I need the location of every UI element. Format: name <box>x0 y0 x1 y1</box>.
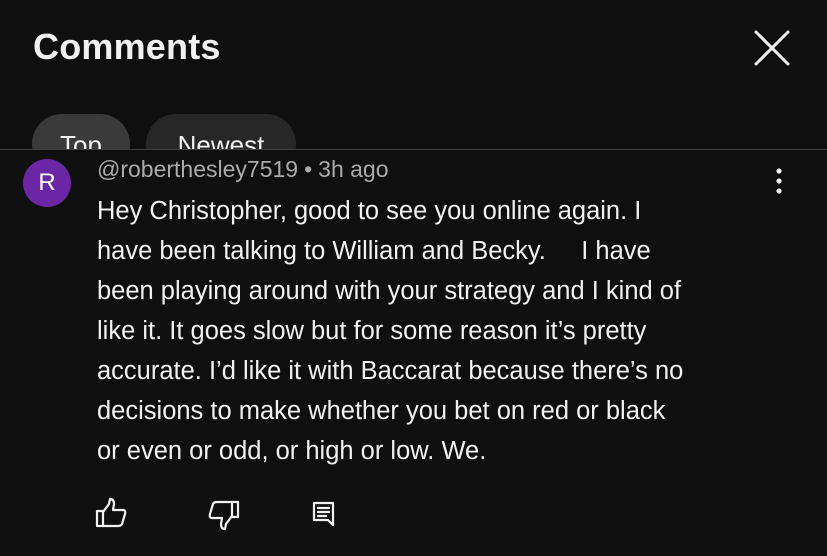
chip-newest[interactable]: Newest <box>146 114 296 149</box>
reply-icon[interactable] <box>307 496 343 532</box>
comment-meta: @roberthesley7519 • 3h ago <box>97 156 389 183</box>
comment-line: or even or odd, or high or low. We. <box>97 437 487 465</box>
comment-author[interactable]: @roberthesley7519 <box>97 156 298 182</box>
comment-line: accurate. I’d like it with Baccarat beca… <box>97 357 684 385</box>
panel-title: Comments <box>33 26 221 67</box>
sort-chips: Top Newest <box>0 114 827 149</box>
comment-line: decisions to make whether you bet on red… <box>97 397 666 425</box>
comment-line: like it. It goes slow but for some reaso… <box>97 317 647 345</box>
meta-separator: • <box>304 156 313 182</box>
comment-line: have been talking to William and Becky. … <box>97 237 651 265</box>
comment-actions <box>0 496 827 536</box>
thumbs-down-icon[interactable] <box>206 496 242 532</box>
header-divider <box>0 149 827 150</box>
comment-time: 3h ago <box>318 156 389 182</box>
comments-header: Comments Top Newest <box>0 0 827 150</box>
chip-top[interactable]: Top <box>32 114 130 149</box>
thumbs-up-icon[interactable] <box>93 496 129 532</box>
comment-text: Hey Christopher, good to see you online … <box>97 191 797 471</box>
comment-line: been playing around with your strategy a… <box>97 277 682 305</box>
close-icon[interactable] <box>752 28 792 68</box>
comment-line: Hey Christopher, good to see you online … <box>97 197 642 225</box>
avatar[interactable]: R <box>23 159 71 207</box>
